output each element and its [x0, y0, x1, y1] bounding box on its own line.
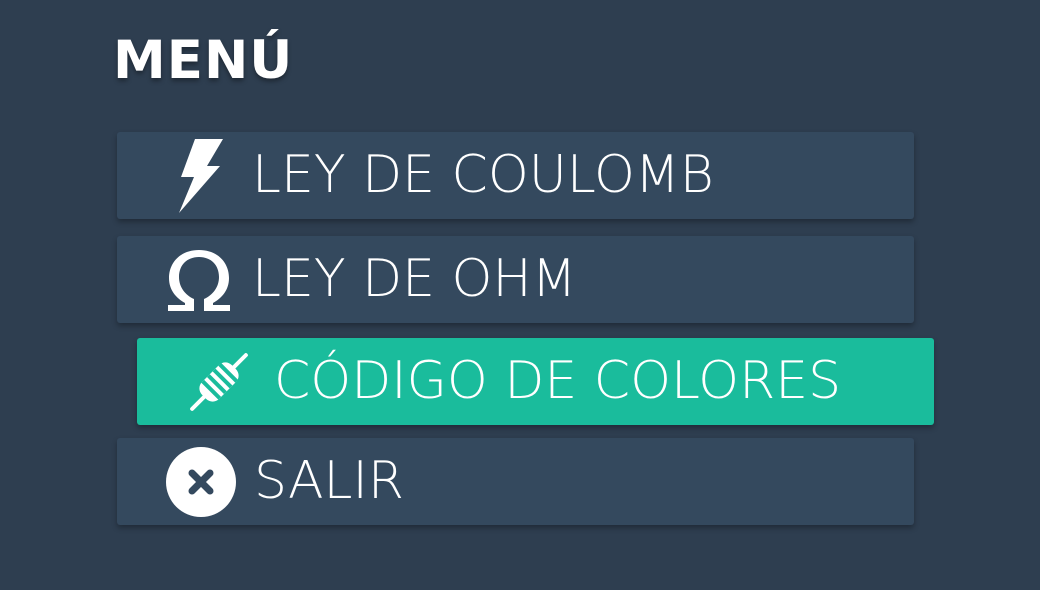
resistor-icon	[181, 344, 257, 420]
menu-title: MENÚ	[113, 30, 294, 91]
close-circle-icon	[165, 446, 237, 518]
menu-item-label: CÓDIGO DE COLORES	[274, 351, 842, 411]
menu-item-ley-de-ohm[interactable]: LEY DE OHM	[117, 236, 914, 323]
menu-item-label: SALIR	[254, 451, 404, 511]
menu-item-salir[interactable]: SALIR	[117, 438, 914, 525]
menu-item-label: LEY DE COULOMB	[252, 145, 714, 205]
menu-item-ley-de-coulomb[interactable]: LEY DE COULOMB	[117, 132, 914, 219]
lightning-bolt-icon	[177, 138, 223, 213]
menu-item-codigo-de-colores[interactable]: CÓDIGO DE COLORES	[137, 338, 934, 425]
menu-item-label: LEY DE OHM	[252, 249, 577, 309]
omega-icon	[165, 248, 233, 312]
